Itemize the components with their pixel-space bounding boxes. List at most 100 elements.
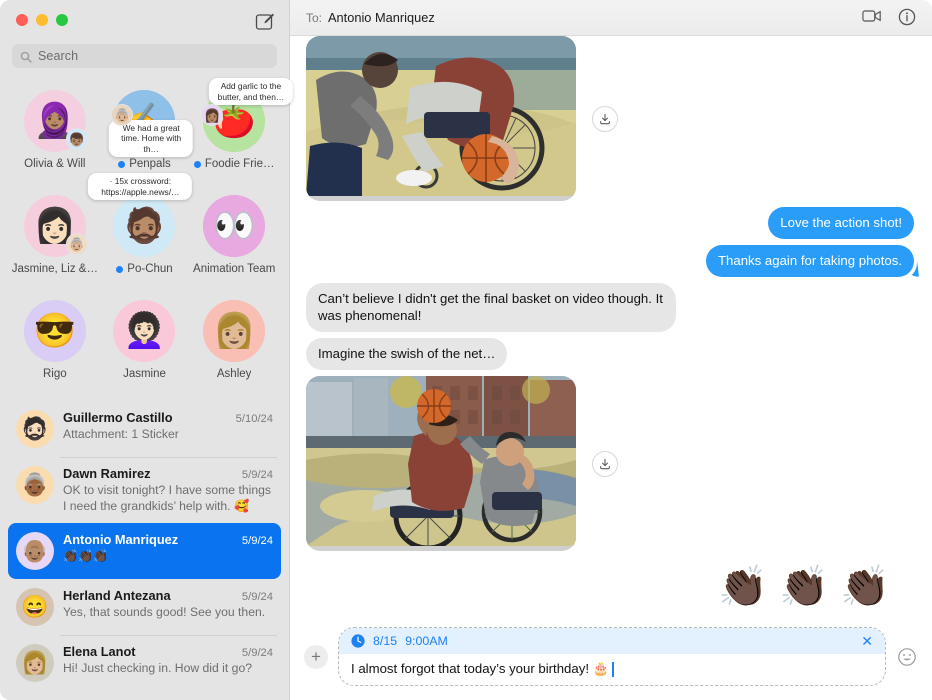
search-container: Search xyxy=(0,36,289,78)
scheduled-date[interactable]: 8/15 xyxy=(373,634,397,648)
avatar: 👩🏻‍🦱 xyxy=(113,300,176,362)
thread-actions xyxy=(862,8,918,28)
window-traffic-lights xyxy=(0,0,289,36)
conversation-header: Elena Lanot 5/9/24 xyxy=(63,644,273,659)
conversation-row[interactable]: 😄 Herland Antezana 5/9/24 Yes, that sounds … xyxy=(8,579,281,635)
avatar-secondary: 👦🏽 xyxy=(65,128,88,150)
conversation-date: 5/9/24 xyxy=(241,591,273,604)
emoji-message[interactable]: 👏🏿 👏🏿 👏🏿 xyxy=(718,567,914,607)
scheduled-send-banner: 8/15 9:00AM ✕ xyxy=(339,628,885,654)
avatar: 😎 xyxy=(23,300,86,362)
message-area: Love the action shot! Thanks again for ta… xyxy=(290,0,932,617)
message-input-text: I almost forgot that today’s your birthd… xyxy=(351,661,610,676)
pinned-name: Jasmine xyxy=(123,368,166,380)
to-label: To: xyxy=(306,10,323,25)
conversation-row[interactable]: 👵🏾 Dawn Ramirez 5/9/24 OK to visit tonight?… xyxy=(8,457,281,523)
avatar: 🧔🏻 xyxy=(16,410,54,448)
unread-dot-icon xyxy=(193,160,201,168)
incoming-message-bubble[interactable]: Can’t believe I didn't get the final bas… xyxy=(306,282,676,333)
pinned-conversation[interactable]: 👩🏻‍🦱 Jasmine xyxy=(100,294,190,393)
sidebar: Search 🧕🏽👦🏽 Olivia & Will ✍️👵🏼We had a gre… xyxy=(0,0,293,700)
pinned-conversation[interactable]: 😎 Rigo xyxy=(10,294,100,393)
pinned-conversation[interactable]: ✍️👵🏼We had a great time. Home with th…Pe… xyxy=(100,84,194,183)
compose-icon[interactable] xyxy=(255,12,275,32)
pinned-conversation[interactable]: 👀 Animation Team xyxy=(189,189,279,288)
pinned-preview-bubble: Add garlic to the butter, and then… xyxy=(208,78,293,105)
search-input[interactable]: Search xyxy=(12,44,277,68)
pinned-conversation-label: Foodie Frie… xyxy=(193,158,275,170)
add-attachment-icon[interactable]: + xyxy=(304,644,328,669)
avatar-secondary: 👩🏽 xyxy=(201,104,224,126)
pinned-conversation[interactable]: 🧕🏽 👦🏽 Olivia & Will xyxy=(10,84,100,183)
pinned-conversations: 🧕🏽👦🏽 Olivia & Will ✍️👵🏼We had a great time… xyxy=(0,78,293,401)
message-row xyxy=(306,36,914,201)
message-input[interactable]: I almost forgot that today’s your birthd… xyxy=(339,654,885,685)
pinned-conversation[interactable]: 👩🏻 👵🏼 Jasmine, Liz &… xyxy=(10,189,100,288)
text-cursor xyxy=(612,661,614,677)
close-icon[interactable]: ✕ xyxy=(861,634,873,648)
unread-dot-icon xyxy=(116,265,124,273)
photo-thumbnail[interactable] xyxy=(306,36,576,201)
recipient-name[interactable]: Antonio Manriquez xyxy=(328,10,435,25)
avatar-emoji: 👀 xyxy=(203,195,266,257)
pinned-name: Po-Chun xyxy=(127,263,173,275)
conversation-name: Elena Lanot xyxy=(63,644,136,660)
outgoing-message-bubble[interactable]: Thanks again for taking photos. xyxy=(705,244,914,277)
photo-thumbnail[interactable] xyxy=(306,376,576,552)
pinned-conversation[interactable]: 🍅 👩🏽 Add garlic to the butter, and then… Fo… xyxy=(189,78,293,183)
pinned-name: Jasmine, Liz &… xyxy=(11,263,98,275)
pinned-preview-bubble: · 15x crossword: https://apple.news/… xyxy=(88,173,193,200)
outgoing-message-bubble[interactable]: Love the action shot! xyxy=(768,207,914,239)
search-icon xyxy=(20,50,32,63)
message-row xyxy=(306,376,914,552)
emoji-picker-icon[interactable] xyxy=(896,646,918,668)
save-icon[interactable] xyxy=(592,450,618,477)
avatar: 🧕🏽 👦🏽 xyxy=(23,90,88,152)
zoom-window-button[interactable] xyxy=(56,14,68,26)
video-camera-icon[interactable] xyxy=(862,8,882,28)
conversation-preview: OK to visit tonight? I have some things … xyxy=(63,483,271,514)
scheduled-time[interactable]: 9:00AM xyxy=(405,634,448,648)
pinned-name: Olivia & Will xyxy=(24,158,86,170)
message-input-shell: 8/15 9:00AM ✕ I almost forgot that today… xyxy=(338,627,886,686)
pinned-name: Rigo xyxy=(43,368,67,380)
message-row: 👏🏿 👏🏿 👏🏿 xyxy=(306,557,914,607)
message-row: Can’t believe I didn't get the final bas… xyxy=(306,282,914,333)
message-thread: To: Antonio Manriquez Love the action sh… xyxy=(290,0,932,700)
conversation-name: Guillermo Castillo xyxy=(63,410,173,425)
search-placeholder: Search xyxy=(38,49,79,63)
pinned-conversation-label: Rigo xyxy=(43,368,67,380)
clock-icon xyxy=(351,634,365,648)
avatar-emoji: 👩🏼 xyxy=(203,300,266,362)
pinned-conversation[interactable]: 👩🏼 Ashley xyxy=(189,294,279,393)
conversation-row[interactable]: 👩🏼 Elena Lanot 5/9/24 Hi! Just checking in.… xyxy=(8,635,281,691)
conversation-header: Guillermo Castillo 5/10/24 xyxy=(63,410,273,425)
message-row: Thanks again for taking photos. xyxy=(306,244,914,277)
pinned-name: Foodie Frie… xyxy=(204,158,275,170)
conversation-body: Herland Antezana 5/9/24 Yes, that sounds g… xyxy=(63,588,273,620)
pinned-conversation-label: Po-Chun xyxy=(116,263,173,275)
pinned-conversation-label: Jasmine, Liz &… xyxy=(12,263,98,275)
pinned-name: Animation Team xyxy=(193,263,276,275)
conversation-header: Herland Antezana 5/9/24 xyxy=(63,588,273,603)
message-row: Imagine the swish of the net… xyxy=(306,338,914,371)
pinned-conversation-label: Jasmine xyxy=(123,368,166,380)
avatar-emoji: 🧔🏽 xyxy=(113,195,176,257)
photo-attachment xyxy=(306,36,618,201)
pinned-conversation-label: Penpals xyxy=(118,158,171,170)
minimize-window-button[interactable] xyxy=(36,14,48,26)
conversation-body: Elena Lanot 5/9/24 Hi! Just checking in. H… xyxy=(63,644,273,676)
close-window-button[interactable] xyxy=(16,14,28,26)
info-icon[interactable] xyxy=(898,8,918,28)
pinned-conversation[interactable]: 🧔🏽 · 15x crossword: https://apple.news/… P… xyxy=(88,173,193,288)
conversation-row[interactable]: 🧔🏻 Guillermo Castillo 5/10/24 Attachment: 1… xyxy=(8,401,281,457)
conversation-row[interactable]: 👴🏽 Antonio Manriquez 5/9/24 👏🏿👏🏿👏🏿 xyxy=(8,523,281,580)
pinned-name: Ashley xyxy=(216,368,252,380)
save-icon[interactable] xyxy=(592,105,618,132)
incoming-message-bubble[interactable]: Imagine the swish of the net… xyxy=(306,338,508,371)
pinned-conversation-label: Ashley xyxy=(217,368,252,380)
conversation-body: Guillermo Castillo 5/10/24 Attachment: 1 S… xyxy=(63,410,273,442)
avatar: 👩🏻 👵🏼 xyxy=(23,195,88,257)
conversation-name: Herland Antezana xyxy=(63,588,171,604)
conversation-preview: Yes, that sounds good! See you then. xyxy=(63,605,266,620)
